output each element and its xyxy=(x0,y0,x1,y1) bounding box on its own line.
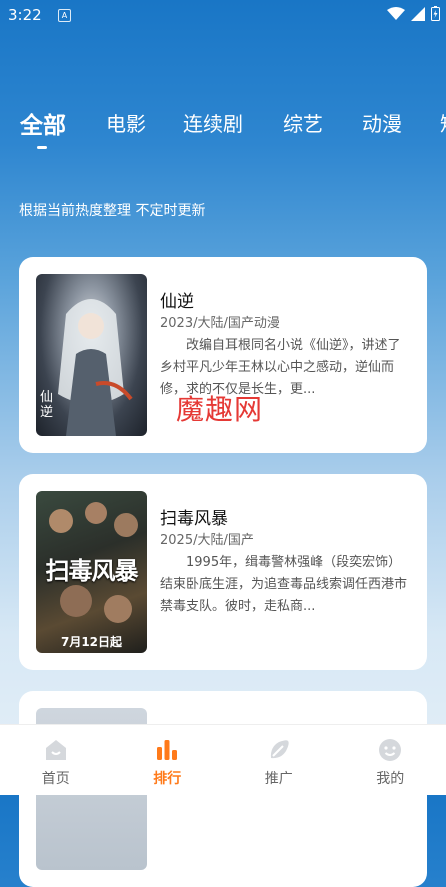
card-title: 仙逆 xyxy=(160,287,194,312)
tab-short[interactable]: 短 xyxy=(440,108,446,137)
ranking-subtitle: 根据当前热度整理 不定时更新 xyxy=(19,200,205,220)
watermark-text: 魔趣网 xyxy=(176,388,263,428)
status-bar: 3:22 A xyxy=(0,0,446,30)
tab-series[interactable]: 连续剧 xyxy=(183,108,243,137)
nav-promote-label: 推广 xyxy=(223,768,335,788)
tab-all[interactable]: 全部 xyxy=(20,106,66,140)
nav-home-label: 首页 xyxy=(0,768,112,788)
active-tab-indicator xyxy=(37,146,47,149)
nav-ranking[interactable]: 排行 xyxy=(112,725,224,795)
card-meta: 2025/大陆/国产 xyxy=(160,529,254,548)
card-meta: 2023/大陆/国产动漫 xyxy=(160,312,280,331)
wifi-icon xyxy=(387,7,405,21)
nav-ranking-label: 排行 xyxy=(112,768,224,788)
ranking-icon xyxy=(154,737,180,763)
poster-image: 仙逆 xyxy=(36,274,147,436)
nav-profile-label: 我的 xyxy=(335,768,446,788)
app-notification-icon: A xyxy=(58,9,71,22)
nav-promote[interactable]: 推广 xyxy=(223,725,335,795)
card-description: 1995年，缉毒警林强峰（段奕宏饰）结束卧底生涯，为追查毒品线索调任西港市禁毒支… xyxy=(160,552,410,618)
status-time: 3:22 xyxy=(8,6,42,24)
category-tabs: 全部 电影 连续剧 综艺 动漫 短 xyxy=(0,106,446,156)
tab-variety[interactable]: 综艺 xyxy=(283,108,323,137)
promote-icon xyxy=(266,737,292,763)
poster-date-text: 7月12日起 xyxy=(36,633,147,650)
poster-title-text: 扫毒风暴 xyxy=(38,551,145,586)
card-title: 扫毒风暴 xyxy=(160,504,228,529)
signal-icon xyxy=(411,7,425,21)
home-icon xyxy=(43,737,69,763)
tab-anime[interactable]: 动漫 xyxy=(362,108,402,137)
bottom-navigation: 首页 排行 推广 我的 xyxy=(0,724,446,795)
nav-home[interactable]: 首页 xyxy=(0,725,112,795)
poster-title-text: 仙逆 xyxy=(40,390,54,420)
tab-movies[interactable]: 电影 xyxy=(106,108,146,137)
battery-icon xyxy=(431,6,440,21)
status-icons xyxy=(387,6,440,21)
profile-icon xyxy=(377,737,403,763)
poster-image: 扫毒风暴 7月12日起 xyxy=(36,491,147,653)
ranking-card[interactable]: 扫毒风暴 7月12日起 扫毒风暴 2025/大陆/国产 1995年，缉毒警林强峰… xyxy=(19,474,427,670)
nav-profile[interactable]: 我的 xyxy=(335,725,446,795)
